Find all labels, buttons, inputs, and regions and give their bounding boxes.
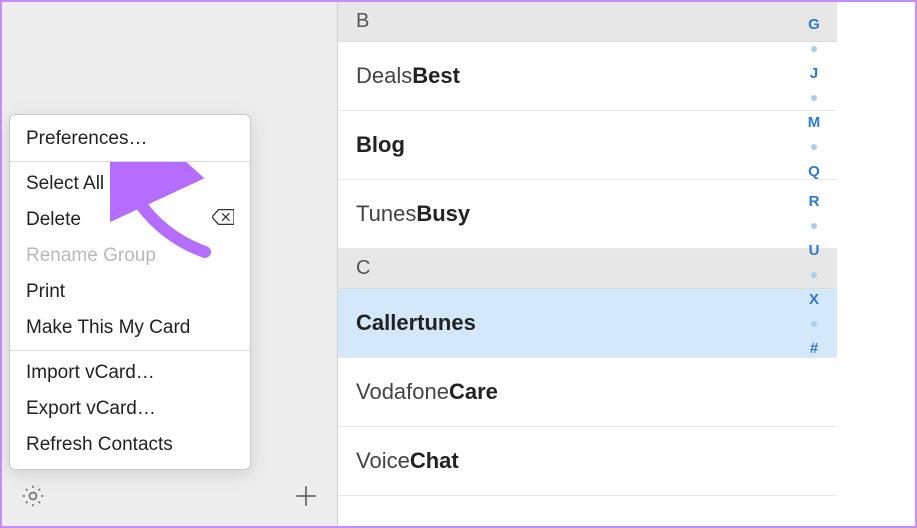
menu-item-label: Rename Group [26,245,156,267]
contact-name: Callertunes [356,310,476,336]
contact-first: Vodafone [356,379,449,405]
menu-item-label: Import vCard… [26,362,155,384]
menu-item-label: Preferences… [26,128,147,150]
contact-last: Busy [416,201,470,227]
index-letter[interactable]: G [808,16,820,33]
menu-separator [10,161,250,162]
section-header-c: C [338,249,837,289]
menu-item-label: Delete [26,209,81,231]
app-root: Preferences… Select All Delete Rename Gr… [2,2,915,526]
contact-first: Tunes [356,201,416,227]
menu-export-vcard[interactable]: Export vCard… [10,391,250,427]
contact-row-selected[interactable]: Callertunes [338,289,837,358]
sidebar-toolbar [2,470,337,526]
alphabet-index[interactable]: G J M Q R U X # [801,2,827,357]
section-label: B [356,10,369,32]
menu-delete[interactable]: Delete [10,202,250,238]
menu-rename-group: Rename Group [10,238,250,274]
menu-make-my-card[interactable]: Make This My Card [10,310,250,346]
contact-name: Blog [356,132,405,158]
contact-row[interactable]: Tunes Busy [338,180,837,249]
contacts-list: B Deals Best Blog Tunes Busy C Callertun… [337,2,837,526]
index-letter[interactable]: M [808,114,821,131]
menu-select-all[interactable]: Select All [10,166,250,202]
index-letter[interactable]: Q [808,163,820,180]
plus-icon[interactable] [293,483,319,514]
menu-item-label: Select All [26,173,104,195]
index-dot [811,46,817,52]
contact-row[interactable]: Vodafone Care [338,358,837,427]
contact-last: Best [412,63,460,89]
sidebar: Preferences… Select All Delete Rename Gr… [2,2,337,526]
menu-item-label: Export vCard… [26,398,156,420]
menu-item-label: Make This My Card [26,317,190,339]
contact-last: Care [449,379,498,405]
index-letter[interactable]: X [809,291,819,308]
index-dot [811,321,817,327]
index-letter[interactable]: # [810,340,818,357]
contact-first: Deals [356,63,412,89]
index-letter[interactable]: U [809,242,820,259]
index-dot [811,95,817,101]
menu-separator [10,350,250,351]
contact-row[interactable]: Voice Chat [338,427,837,496]
menu-item-label: Refresh Contacts [26,434,173,456]
index-letter[interactable]: R [809,193,820,210]
menu-import-vcard[interactable]: Import vCard… [10,355,250,391]
detail-pane-empty [837,2,915,526]
index-dot [811,272,817,278]
menu-print[interactable]: Print [10,274,250,310]
delete-backspace-icon [212,209,234,231]
index-dot [811,144,817,150]
contact-last: Chat [410,448,459,474]
index-letter[interactable]: J [810,65,818,82]
menu-item-label: Print [26,281,65,303]
contact-row[interactable]: Blog [338,111,837,180]
menu-preferences[interactable]: Preferences… [10,121,250,157]
menu-refresh-contacts[interactable]: Refresh Contacts [10,427,250,463]
index-dot [811,223,817,229]
section-header-b: B [338,2,837,42]
contact-first: Voice [356,448,410,474]
gear-icon[interactable] [20,483,46,514]
section-label: C [356,257,370,279]
settings-popup-menu: Preferences… Select All Delete Rename Gr… [9,114,251,470]
contact-row[interactable]: Deals Best [338,42,837,111]
